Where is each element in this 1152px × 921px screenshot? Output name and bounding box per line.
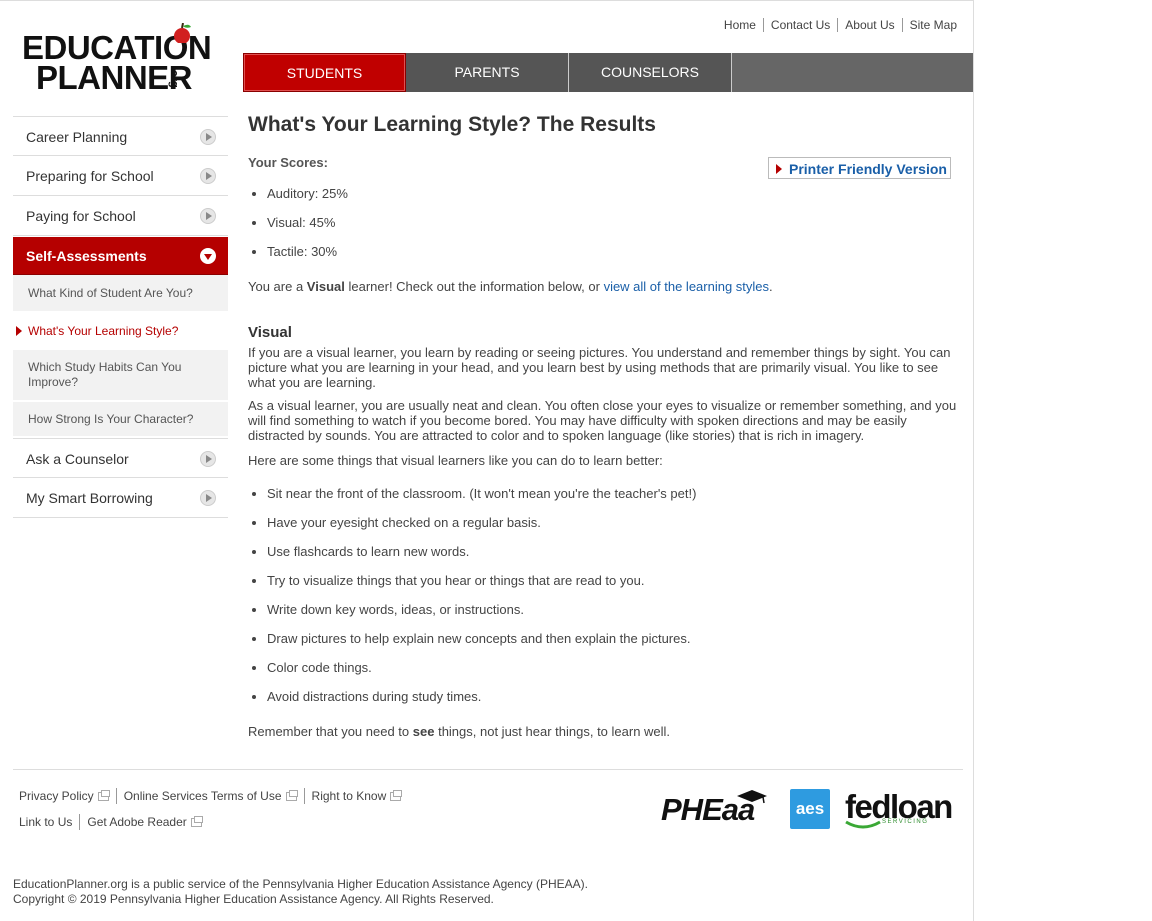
external-link-icon [97, 789, 110, 801]
chevron-right-icon [200, 129, 216, 145]
link-label: Right to Know [311, 789, 387, 803]
list-item: Avoid distractions during study times. [267, 689, 958, 718]
legal-text: EducationPlanner.org is a public service… [13, 877, 588, 907]
education-planner-logo[interactable]: EDUCATION PLANNER .org [22, 23, 222, 96]
summary-text: You are a [248, 279, 307, 294]
apple-icon [174, 23, 191, 43]
sidebar-item-ask-a-counselor[interactable]: Ask a Counselor [13, 438, 228, 478]
about-us-link[interactable]: About Us [837, 18, 901, 32]
printer-friendly-label: Printer Friendly Version [789, 161, 947, 177]
sidebar-item-label: My Smart Borrowing [26, 490, 153, 506]
link-to-us-link[interactable]: Link to Us [19, 814, 79, 830]
summary-text: learner! Check out the information below… [344, 279, 604, 294]
list-item: Use flashcards to learn new words. [267, 544, 958, 573]
utility-nav: Home Contact Us About Us Site Map [717, 18, 957, 32]
link-label: Online Services Terms of Use [123, 789, 282, 803]
main-content: What's Your Learning Style? The Results … [248, 113, 958, 739]
logo-suffix: .org [168, 67, 180, 88]
page: EDUCATION PLANNER .org Home Contact Us A… [0, 0, 974, 921]
score-tactile: Tactile: 30% [267, 244, 958, 273]
learning-style-result: Visual [306, 279, 345, 294]
list-item: Have your eyesight checked on a regular … [267, 515, 958, 544]
site-map-link[interactable]: Site Map [901, 18, 957, 32]
chevron-right-icon [200, 490, 216, 506]
graduation-cap-icon [737, 790, 767, 804]
external-link-icon [190, 815, 203, 827]
sidebar-item-preparing-for-school[interactable]: Preparing for School [13, 156, 228, 196]
list-item: Write down key words, ideas, or instruct… [267, 602, 958, 631]
chevron-right-icon [200, 168, 216, 184]
external-link-icon [390, 789, 403, 801]
chevron-right-icon [200, 451, 216, 467]
subnav-item-label: What's Your Learning Style? [28, 323, 179, 338]
view-all-learning-styles-link[interactable]: view all of the learning styles [604, 279, 769, 294]
link-label: Link to Us [19, 815, 73, 829]
privacy-policy-link[interactable]: Privacy Policy [19, 788, 116, 804]
swoosh-icon [845, 820, 881, 829]
partner-logos: PHEaa aes fedloan SERVICING [661, 788, 961, 834]
sidebar-item-career-planning[interactable]: Career Planning [13, 116, 228, 156]
fedloan-subtitle: SERVICING [882, 819, 929, 825]
subnav-item-label: How Strong Is Your Character? [28, 412, 194, 426]
tab-students[interactable]: STUDENTS [243, 53, 406, 92]
tips-list: Sit near the front of the classroom. (It… [248, 486, 958, 718]
closing-text-part: Remember that you need to [248, 724, 413, 739]
sidebar-item-self-assessments[interactable]: Self-Assessments [13, 237, 228, 275]
scores-list: Auditory: 25% Visual: 45% Tactile: 30% [248, 186, 958, 273]
external-link-icon [285, 789, 298, 801]
sidebar-item-label: Preparing for School [26, 168, 154, 184]
closing-text-bold: see [412, 724, 435, 739]
legal-line: EducationPlanner.org is a public service… [13, 877, 588, 891]
subnav-item-label: Which Study Habits Can You Improve? [28, 360, 182, 389]
closing-text: Remember that you need to see things, no… [248, 724, 958, 739]
contact-us-link[interactable]: Contact Us [762, 18, 837, 32]
printer-friendly-button[interactable]: Printer Friendly Version [768, 157, 951, 179]
chevron-right-icon [200, 208, 216, 224]
subnav-item-learning-style[interactable]: What's Your Learning Style? [13, 313, 228, 350]
sidebar-item-paying-for-school[interactable]: Paying for School [13, 196, 228, 236]
closing-text-part: things, not just hear things, to learn w… [434, 724, 671, 739]
list-item: Sit near the front of the classroom. (It… [267, 486, 958, 515]
chevron-down-icon [200, 248, 216, 264]
paragraph: As a visual learner, you are usually nea… [248, 398, 957, 443]
sidebar-item-my-smart-borrowing[interactable]: My Smart Borrowing [13, 478, 228, 518]
sidebar-item-label: Self-Assessments [26, 248, 147, 264]
list-item: Draw pictures to help explain new concep… [267, 631, 958, 660]
link-label: Get Adobe Reader [87, 815, 187, 829]
footer-divider [13, 769, 963, 770]
main-nav: STUDENTS PARENTS COUNSELORS [243, 53, 973, 92]
score-visual: Visual: 45% [267, 215, 958, 244]
link-label: Privacy Policy [19, 789, 94, 803]
copyright-line: Copyright © 2019 Pennsylvania Higher Edu… [13, 892, 494, 906]
footer-links: Privacy Policy Online Services Terms of … [19, 788, 408, 840]
terms-of-use-link[interactable]: Online Services Terms of Use [115, 788, 304, 804]
score-auditory: Auditory: 25% [267, 186, 958, 215]
list-item: Color code things. [267, 660, 958, 689]
list-item: Try to visualize things that you hear or… [267, 573, 958, 602]
section-title: Visual [248, 324, 292, 341]
subnav-item-what-kind-of-student[interactable]: What Kind of Student Are You? [13, 275, 228, 313]
subnav-item-study-habits[interactable]: Which Study Habits Can You Improve? [13, 350, 228, 402]
adobe-reader-link[interactable]: Get Adobe Reader [79, 814, 208, 830]
tab-parents[interactable]: PARENTS [406, 53, 569, 92]
tab-counselors[interactable]: COUNSELORS [569, 53, 732, 92]
sidebar: Career Planning Preparing for School Pay… [13, 116, 228, 518]
aes-logo[interactable]: aes [790, 789, 830, 829]
sidebar-item-label: Ask a Counselor [26, 451, 129, 467]
summary-text: . [769, 279, 773, 294]
sidebar-item-label: Career Planning [26, 129, 128, 145]
subnav-item-label: What Kind of Student Are You? [28, 286, 193, 300]
right-to-know-link[interactable]: Right to Know [303, 788, 409, 804]
paragraph: Here are some things that visual learner… [248, 453, 663, 468]
sidebar-item-label: Paying for School [26, 208, 136, 224]
subnav-item-character[interactable]: How Strong Is Your Character? [13, 402, 228, 438]
result-summary: You are a Visual learner! Check out the … [248, 279, 958, 294]
paragraph: If you are a visual learner, you learn b… [248, 345, 951, 390]
page-title: What's Your Learning Style? The Results [248, 113, 656, 136]
home-link[interactable]: Home [717, 18, 763, 32]
